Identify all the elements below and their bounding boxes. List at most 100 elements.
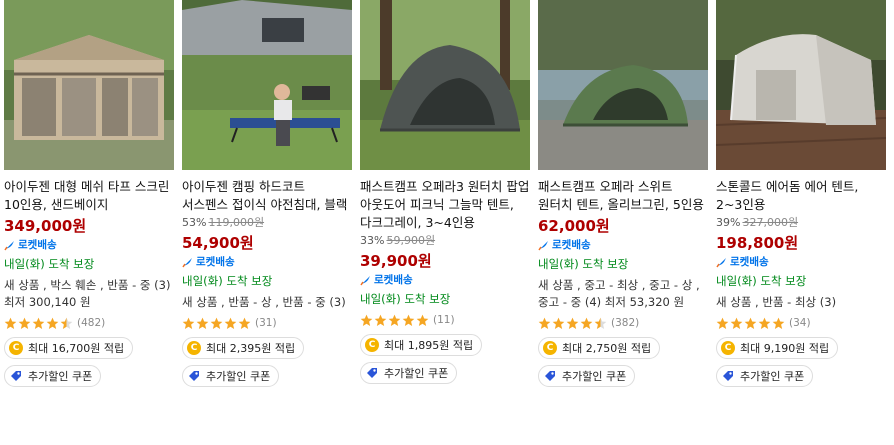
camping-cot-with-man-photo xyxy=(182,0,352,170)
product-title[interactable]: 아이두젠 대형 메쉬 타프 스크린 10인용, 샌드베이지 xyxy=(4,178,174,214)
product-image[interactable] xyxy=(4,0,174,170)
rating: (11) xyxy=(360,312,530,328)
discount-rate: 53% xyxy=(182,216,207,229)
coupon-tag-icon xyxy=(11,371,21,381)
star-icon xyxy=(402,314,415,326)
star-icon xyxy=(224,317,237,329)
points-chip[interactable]: C 최대 1,895원 적립 xyxy=(360,334,483,356)
star-icon xyxy=(772,317,785,329)
star-icon xyxy=(580,317,593,329)
coupon-chip[interactable]: 추가할인 쿠폰 xyxy=(360,362,458,384)
star-icon xyxy=(716,317,729,329)
other-sellers-info[interactable]: 새 상품 , 반품 - 상 , 반품 - 중 (3) xyxy=(182,294,352,311)
rocket-delivery-badge: 로켓배송 xyxy=(716,254,886,270)
star-icon xyxy=(566,317,579,329)
rocket-delivery-badge: 로켓배송 xyxy=(538,237,708,253)
product-card[interactable]: 패스트캠프 오페라3 원터치 팝업 아웃도어 피크닉 그늘막 텐트, 다크그레이… xyxy=(360,0,530,384)
rocket-icon xyxy=(360,276,370,286)
coupon-chip[interactable]: 추가할인 쿠폰 xyxy=(538,365,636,387)
rocket-delivery-badge: 로켓배송 xyxy=(4,237,174,253)
points-label: 최대 16,700원 적립 xyxy=(28,342,125,355)
star-rating xyxy=(4,317,74,330)
coin-icon: C xyxy=(365,338,379,352)
rocket-delivery-badge: 로켓배송 xyxy=(182,254,352,270)
star-icon xyxy=(538,317,551,329)
star-icon xyxy=(46,317,59,329)
product-title[interactable]: 패스트캠프 오페라 스위트 원터치 텐트, 올리브그린, 5인용 xyxy=(538,178,708,214)
points-chip[interactable]: C 최대 2,750원 적립 xyxy=(538,337,661,359)
product-card[interactable]: 아이두젠 대형 메쉬 타프 스크린 10인용, 샌드베이지 349,000원 로… xyxy=(4,0,174,387)
other-sellers-info[interactable]: 새 상품 , 중고 - 최상 , 중고 - 상 , 중고 - 중 (4) 최저 … xyxy=(538,277,708,311)
review-count: (11) xyxy=(433,314,455,326)
discount-info: 39% 327,000원 xyxy=(716,215,886,231)
product-title[interactable]: 패스트캠프 오페라3 원터치 팝업 아웃도어 피크닉 그늘막 텐트, 다크그레이… xyxy=(360,178,530,232)
original-price: 327,000원 xyxy=(742,216,799,229)
star-icon xyxy=(416,314,429,326)
rocket-label: 로켓배송 xyxy=(18,239,57,251)
product-image[interactable] xyxy=(182,0,352,170)
star-icon xyxy=(374,314,387,326)
rocket-label: 로켓배송 xyxy=(374,274,413,286)
coupon-chip[interactable]: 추가할인 쿠폰 xyxy=(716,365,814,387)
rating: (382) xyxy=(538,315,708,331)
star-icon xyxy=(182,317,195,329)
product-price: 54,900원 xyxy=(182,234,254,252)
coupon-chip[interactable]: 추가할인 쿠폰 xyxy=(4,365,102,387)
product-title[interactable]: 스톤콜드 에어돔 에어 텐트, 2~3인용 xyxy=(716,178,886,214)
rocket-label: 로켓배송 xyxy=(196,256,235,268)
discount-info: 33% 59,900원 xyxy=(360,233,530,249)
star-icon xyxy=(594,317,607,329)
discount-rate: 39% xyxy=(716,216,741,229)
star-icon xyxy=(210,317,223,329)
coupon-label: 추가할인 쿠폰 xyxy=(384,367,449,380)
star-icon xyxy=(744,317,757,329)
other-sellers-info[interactable]: 새 상품 , 박스 훼손 , 반품 - 중 (3) 최저 300,140 원 xyxy=(4,277,174,311)
star-rating xyxy=(716,317,786,330)
product-title[interactable]: 아이두젠 캠핑 하드코트 서스펜스 접이식 야전침대, 블랙 xyxy=(182,178,352,214)
review-count: (382) xyxy=(611,317,640,329)
rocket-label: 로켓배송 xyxy=(552,239,591,251)
product-image[interactable] xyxy=(360,0,530,170)
coupon-label: 추가할인 쿠폰 xyxy=(206,370,271,383)
other-sellers-info[interactable]: 새 상품 , 반품 - 최상 (3) xyxy=(716,294,886,311)
rocket-icon xyxy=(538,241,548,251)
star-rating xyxy=(360,314,430,327)
rocket-delivery-badge: 로켓배송 xyxy=(360,272,530,288)
product-price: 62,000원 xyxy=(538,217,610,235)
points-chip[interactable]: C 최대 9,190원 적립 xyxy=(716,337,839,359)
original-price: 119,000원 xyxy=(208,216,265,229)
rating: (34) xyxy=(716,315,886,331)
dark-grey-popup-tent-photo xyxy=(360,0,530,170)
star-icon xyxy=(32,317,45,329)
points-chip[interactable]: C 최대 2,395원 적립 xyxy=(182,337,305,359)
coupon-tag-icon xyxy=(723,371,733,381)
star-icon xyxy=(4,317,17,329)
original-price: 59,900원 xyxy=(386,234,436,247)
points-chip[interactable]: C 최대 16,700원 적립 xyxy=(4,337,134,359)
arrival-info: 내일(화) 도착 보장 xyxy=(538,257,629,271)
coin-icon: C xyxy=(721,341,735,355)
product-price: 349,000원 xyxy=(4,217,87,235)
rocket-label: 로켓배송 xyxy=(730,256,769,268)
coupon-tag-icon xyxy=(545,371,555,381)
product-card[interactable]: 스톤콜드 에어돔 에어 텐트, 2~3인용 39% 327,000원 198,80… xyxy=(716,0,886,387)
discount-info: 53% 119,000원 xyxy=(182,215,352,231)
rocket-icon xyxy=(716,258,726,268)
tan-mesh-screen-tent-photo xyxy=(4,0,174,170)
points-label: 최대 1,895원 적립 xyxy=(384,339,474,352)
product-image[interactable] xyxy=(538,0,708,170)
product-card[interactable]: 패스트캠프 오페라 스위트 원터치 텐트, 올리브그린, 5인용 62,000원… xyxy=(538,0,708,387)
points-label: 최대 2,750원 적립 xyxy=(562,342,652,355)
product-price: 39,900원 xyxy=(360,252,432,270)
coin-icon: C xyxy=(9,341,23,355)
star-icon xyxy=(730,317,743,329)
star-icon xyxy=(360,314,373,326)
product-card[interactable]: 아이두젠 캠핑 하드코트 서스펜스 접이식 야전침대, 블랙 53% 119,00… xyxy=(182,0,352,387)
product-image[interactable] xyxy=(716,0,886,170)
product-price: 198,800원 xyxy=(716,234,799,252)
points-label: 최대 9,190원 적립 xyxy=(740,342,830,355)
star-icon xyxy=(552,317,565,329)
coupon-chip[interactable]: 추가할인 쿠폰 xyxy=(182,365,280,387)
rocket-icon xyxy=(182,258,192,268)
arrival-info: 내일(화) 도착 보장 xyxy=(182,274,273,288)
